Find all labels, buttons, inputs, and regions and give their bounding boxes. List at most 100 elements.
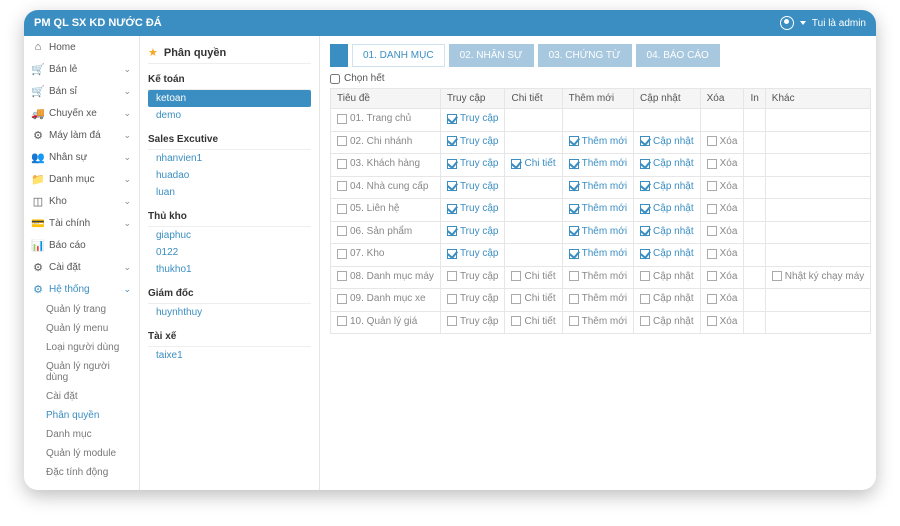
perm-checkbox[interactable]: Nhật ký chạy máy	[772, 271, 864, 282]
perm-checkbox[interactable]: Thêm mới	[569, 203, 627, 214]
nav-Cài đặt[interactable]: ⚙Cài đặt⌄	[24, 256, 139, 278]
role-user-huadao[interactable]: huadao	[148, 167, 311, 184]
nav-Danh mục[interactable]: 📁Danh mục⌄	[24, 168, 139, 190]
perm-checkbox[interactable]: Thêm mới	[569, 271, 627, 282]
perm-checkbox[interactable]: Truy cập	[447, 293, 499, 304]
perm-checkbox[interactable]: Thêm mới	[569, 226, 627, 237]
row-checkbox[interactable]: 03. Khách hàng	[337, 158, 420, 169]
table-row: 05. Liên hệ Truy cập Thêm mới Cập nhật X…	[331, 199, 871, 222]
perm-checkbox[interactable]: Xóa	[707, 203, 738, 214]
perm-checkbox[interactable]: Xóa	[707, 181, 738, 192]
nav-Chuyến xe[interactable]: 🚚Chuyến xe⌄	[24, 102, 139, 124]
nav-sub-Phân quyền[interactable]: Phân quyền	[24, 406, 139, 425]
perm-checkbox[interactable]: Thêm mới	[569, 136, 627, 147]
select-all[interactable]: Chọn hết	[330, 73, 866, 84]
nav-sub-Quản lý người dùng[interactable]: Quản lý người dùng	[24, 357, 139, 387]
perm-checkbox[interactable]: Thêm mới	[569, 293, 627, 304]
nav-Bán sỉ[interactable]: 🛒Bán sỉ⌄	[24, 80, 139, 102]
perm-checkbox[interactable]: Cập nhật	[640, 248, 694, 259]
perm-checkbox[interactable]: Chi tiết	[511, 316, 555, 327]
role-user-nhanvien1[interactable]: nhanvien1	[148, 150, 311, 167]
nav-system[interactable]: ⚙Hệ thống⌄	[24, 278, 139, 300]
nav-sub-Đặc tính động[interactable]: Đặc tính động	[24, 463, 139, 482]
perm-checkbox[interactable]: Xóa	[707, 226, 738, 237]
nav-sub-Danh mục[interactable]: Danh mục	[24, 425, 139, 444]
perm-checkbox[interactable]: Thêm mới	[569, 181, 627, 192]
role-user-0122[interactable]: 0122	[148, 244, 311, 261]
perm-checkbox[interactable]: Xóa	[707, 136, 738, 147]
row-checkbox[interactable]: 07. Kho	[337, 248, 384, 259]
perm-checkbox[interactable]: Chi tiết	[511, 293, 555, 304]
nav-Bán lẻ[interactable]: 🛒Bán lẻ⌄	[24, 58, 139, 80]
perm-checkbox[interactable]: Cập nhật	[640, 316, 694, 327]
perm-checkbox[interactable]: Cập nhật	[640, 203, 694, 214]
perm-checkbox[interactable]: Truy cập	[447, 136, 499, 147]
perm-checkbox[interactable]: Xóa	[707, 293, 738, 304]
perm-checkbox[interactable]: Truy cập	[447, 316, 499, 327]
role-user-luan[interactable]: luan	[148, 184, 311, 201]
role-user-ketoan[interactable]: ketoan	[148, 90, 311, 107]
perm-checkbox[interactable]: Cập nhật	[640, 181, 694, 192]
tab-03. CHỨNG TỪ[interactable]: 03. CHỨNG TỪ	[538, 44, 632, 67]
role-user-demo[interactable]: demo	[148, 107, 311, 124]
perm-checkbox[interactable]: Cập nhật	[640, 158, 694, 169]
nav-Home[interactable]: ⌂Home	[24, 36, 139, 58]
star-icon: ★	[148, 46, 158, 59]
tab-bar: 01. DANH MỤC02. NHÂN SỰ03. CHỨNG TỪ04. B…	[330, 44, 866, 67]
tab-04. BÁO CÁO[interactable]: 04. BÁO CÁO	[636, 44, 720, 67]
perm-checkbox[interactable]: Truy cập	[447, 113, 499, 124]
perm-checkbox[interactable]: Truy cập	[447, 158, 499, 169]
perm-checkbox[interactable]: Xóa	[707, 316, 738, 327]
chevron-down-icon: ⌄	[123, 218, 131, 229]
perm-checkbox[interactable]: Truy cập	[447, 226, 499, 237]
gear-icon: ⚙	[32, 261, 44, 273]
perm-checkbox[interactable]: Thêm mới	[569, 158, 627, 169]
perm-checkbox[interactable]: Chi tiết	[511, 271, 555, 282]
perm-checkbox[interactable]: Thêm mới	[569, 248, 627, 259]
tab-02. NHÂN SỰ[interactable]: 02. NHÂN SỰ	[449, 44, 534, 67]
row-checkbox[interactable]: 04. Nhà cung cấp	[337, 181, 428, 192]
row-checkbox[interactable]: 01. Trang chủ	[337, 113, 411, 124]
nav-sub-Quản lý module[interactable]: Quản lý module	[24, 444, 139, 463]
perm-checkbox[interactable]: Truy cập	[447, 181, 499, 192]
row-checkbox[interactable]: 10. Quản lý giá	[337, 316, 417, 327]
table-row: 03. Khách hàng Truy cập Chi tiết Thêm mớ…	[331, 154, 871, 177]
row-checkbox[interactable]: 05. Liên hệ	[337, 203, 400, 214]
perm-checkbox[interactable]: Cập nhật	[640, 226, 694, 237]
perm-checkbox[interactable]: Truy cập	[447, 203, 499, 214]
select-all-checkbox[interactable]	[330, 74, 340, 84]
nav-sub-Cài đặt[interactable]: Cài đặt	[24, 387, 139, 406]
row-checkbox[interactable]: 09. Danh mục xe	[337, 293, 426, 304]
nav-sub-Quản lý menu[interactable]: Quản lý menu	[24, 319, 139, 338]
perm-checkbox[interactable]: Cập nhật	[640, 293, 694, 304]
nav-Kho[interactable]: ◫Kho⌄	[24, 190, 139, 212]
tab-01. DANH MỤC[interactable]: 01. DANH MỤC	[352, 44, 445, 67]
role-user-huynhthuy[interactable]: huynhthuy	[148, 304, 311, 321]
nav-Máy làm đá[interactable]: ⚙Máy làm đá⌄	[24, 124, 139, 146]
row-checkbox[interactable]: 06. Sản phẩm	[337, 226, 412, 237]
perm-checkbox[interactable]: Xóa	[707, 248, 738, 259]
perm-checkbox[interactable]: Thêm mới	[569, 316, 627, 327]
nav-Nhân sự[interactable]: 👥Nhân sự⌄	[24, 146, 139, 168]
perm-checkbox[interactable]: Xóa	[707, 271, 738, 282]
permissions-table: Tiêu đềTruy cậpChi tiếtThêm mớiCập nhậtX…	[330, 88, 871, 334]
perm-checkbox[interactable]: Truy cập	[447, 271, 499, 282]
truck-icon: 🚚	[32, 107, 44, 119]
perm-checkbox[interactable]: Cập nhật	[640, 136, 694, 147]
user-menu[interactable]: Tui là admin	[780, 16, 866, 30]
nav-sub-Loại người dùng[interactable]: Loại người dùng	[24, 338, 139, 357]
nav-sub-Quản lý trang[interactable]: Quản lý trang	[24, 300, 139, 319]
perm-checkbox[interactable]: Chi tiết	[511, 158, 555, 169]
role-user-giaphuc[interactable]: giaphuc	[148, 227, 311, 244]
perm-checkbox[interactable]: Cập nhật	[640, 271, 694, 282]
perm-checkbox[interactable]: Truy cập	[447, 248, 499, 259]
row-checkbox[interactable]: 08. Danh mục máy	[337, 271, 434, 282]
perm-checkbox[interactable]: Xóa	[707, 158, 738, 169]
nav-Tài chính[interactable]: 💳Tài chính⌄	[24, 212, 139, 234]
cog-icon: ⚙	[32, 129, 44, 141]
role-user-thukho1[interactable]: thukho1	[148, 261, 311, 278]
role-user-taixe1[interactable]: taixe1	[148, 347, 311, 364]
row-checkbox[interactable]: 02. Chi nhánh	[337, 136, 412, 147]
roles-panel: ★ Phân quyền Kế toánketoandemoSales Excu…	[140, 36, 320, 490]
nav-Báo cáo[interactable]: 📊Báo cáo	[24, 234, 139, 256]
